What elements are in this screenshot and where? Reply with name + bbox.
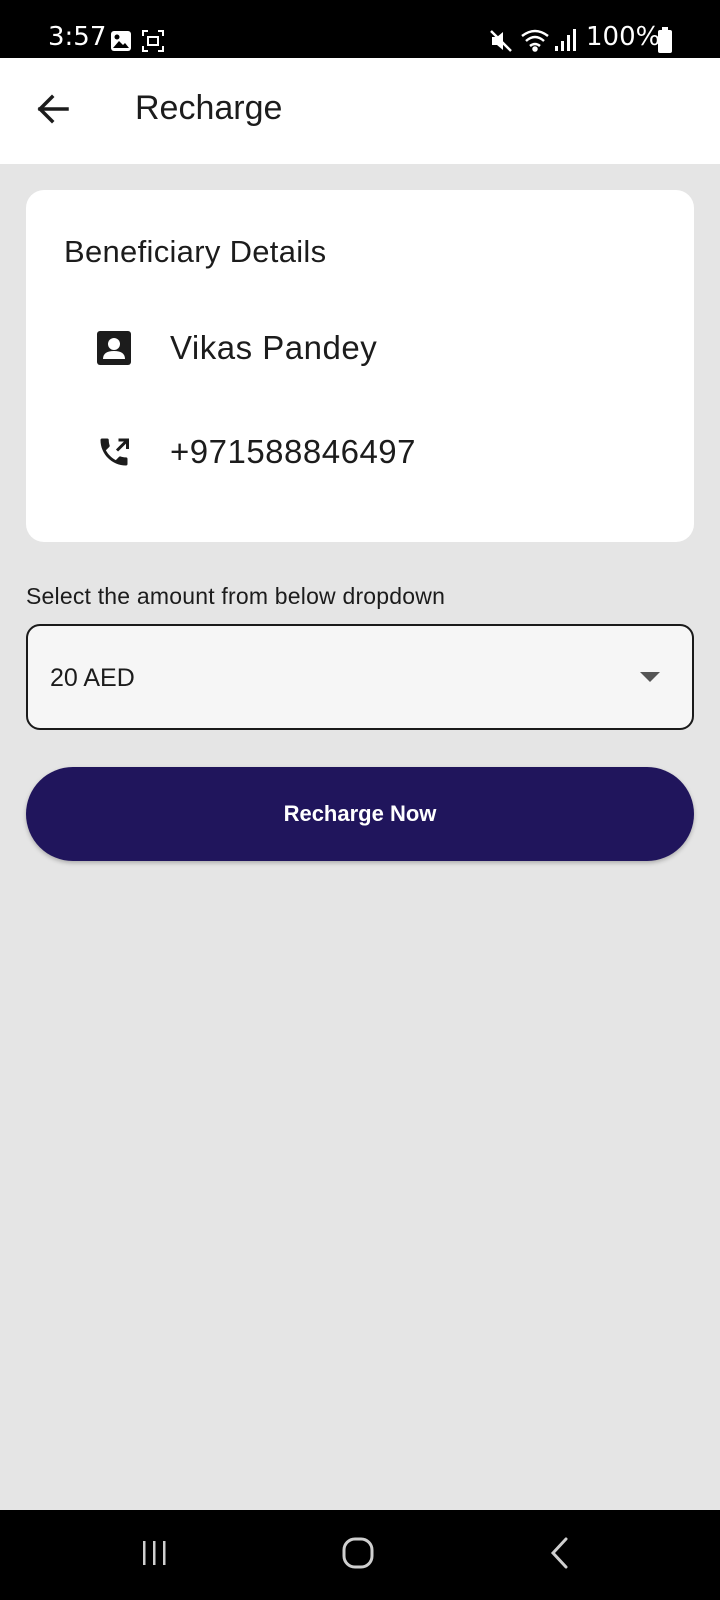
status-time: 3:57 (48, 22, 107, 52)
beneficiary-phone-row: +971588846497 (96, 430, 416, 474)
home-icon (341, 1536, 375, 1575)
gallery-icon (110, 30, 132, 57)
recents-button[interactable] (124, 1530, 184, 1580)
mute-icon (488, 28, 514, 59)
recharge-now-button[interactable]: Recharge Now (26, 767, 694, 861)
phone-forward-icon (96, 434, 132, 470)
arrow-back-icon (36, 94, 70, 129)
dropdown-arrow-icon (640, 672, 660, 682)
battery-percentage: 100% (586, 22, 661, 52)
home-button[interactable] (328, 1530, 388, 1580)
signal-icon (554, 28, 578, 57)
wifi-icon (520, 28, 550, 57)
beneficiary-name-row: Vikas Pandey (96, 326, 377, 370)
beneficiary-card: Beneficiary Details Vikas Pandey +971588… (26, 190, 694, 542)
app-bar: Recharge (0, 58, 720, 164)
system-nav-bar (0, 1510, 720, 1600)
status-bar: 3:57 100% (0, 0, 720, 58)
screenshot-icon (142, 30, 164, 57)
recents-icon (139, 1538, 169, 1573)
amount-dropdown[interactable]: 20 AED (26, 624, 694, 730)
battery-icon (658, 27, 672, 58)
amount-selected-value: 20 AED (50, 664, 135, 692)
page-title: Recharge (135, 89, 283, 127)
amount-label: Select the amount from below dropdown (26, 583, 446, 609)
beneficiary-name: Vikas Pandey (170, 329, 378, 366)
back-button[interactable] (28, 86, 78, 136)
back-icon (548, 1536, 572, 1575)
contact-icon (96, 330, 132, 366)
system-back-button[interactable] (530, 1530, 590, 1580)
beneficiary-phone: +971588846497 (170, 433, 417, 470)
beneficiary-heading: Beneficiary Details (64, 234, 327, 269)
